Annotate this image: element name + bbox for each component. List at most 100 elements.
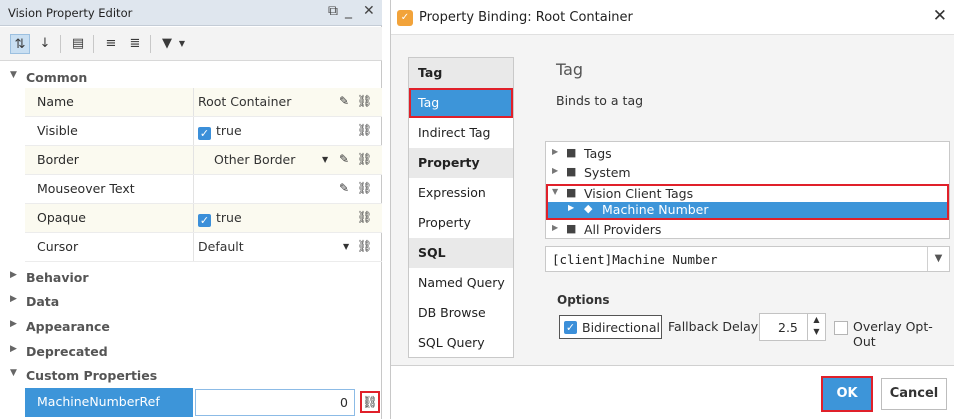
expand-all-icon[interactable]: ≡ xyxy=(101,34,121,54)
dropdown-arrow-icon[interactable]: ▼ xyxy=(343,242,349,251)
link-icon[interactable]: ⛓ xyxy=(357,94,372,108)
toolbar-divider xyxy=(93,35,94,53)
tree-node-label: All Providers xyxy=(584,222,662,237)
dialog-titlebar: ✓ Property Binding: Root Container ✕ xyxy=(391,0,954,34)
spinner-up-icon[interactable]: ▲ xyxy=(808,314,825,326)
overlay-opt-out-checkbox[interactable] xyxy=(834,321,848,335)
binding-type-expression[interactable]: Expression xyxy=(409,178,513,208)
tree-node-tags[interactable]: ▶ ■ Tags xyxy=(546,146,949,162)
edit-pencil-icon[interactable]: ✎ xyxy=(339,181,349,195)
spinner-buttons[interactable]: ▲ ▼ xyxy=(807,314,825,340)
link-icon[interactable]: ⛓ xyxy=(357,210,372,224)
property-row-border[interactable]: Border Other Border ▼ ✎ ⛓ xyxy=(25,146,382,175)
category-label: Common xyxy=(26,70,88,85)
collapsed-arrow-icon[interactable]: ▶ xyxy=(552,223,558,232)
sort-category-icon[interactable]: ⇅ xyxy=(10,34,30,54)
options-label: Options xyxy=(557,293,610,307)
tag-path-input[interactable]: [client]Machine Number ▼ xyxy=(545,246,950,272)
property-value-cell[interactable]: Default ▼ ⛓ xyxy=(193,233,382,261)
edit-pencil-icon[interactable]: ✎ xyxy=(339,152,349,166)
close-icon[interactable]: ✕ xyxy=(363,3,375,19)
property-editor-toolbar: ⇅ ↓ ▤ ≡ ≣ ▼ ▼ xyxy=(0,27,382,61)
dropdown-arrow-icon[interactable]: ▼ xyxy=(322,155,328,164)
binding-link-icon[interactable]: ⛓ xyxy=(360,391,380,413)
property-name: Cursor xyxy=(37,239,79,254)
tree-node-label: Tags xyxy=(584,146,612,161)
property-row-cursor[interactable]: Cursor Default ▼ ⛓ xyxy=(25,233,382,262)
property-editor-title: Vision Property Editor xyxy=(8,6,133,20)
binding-type-indirect-tag[interactable]: Indirect Tag xyxy=(409,118,513,148)
fallback-delay-value: 2.5 xyxy=(778,320,798,335)
collapsed-arrow-icon: ▶ xyxy=(10,270,17,280)
bidirectional-checkbox[interactable]: ✓ Bidirectional xyxy=(559,315,662,339)
property-value-cell[interactable]: ✓ true ⛓ xyxy=(193,117,382,145)
chevron-down-icon[interactable]: ▼ xyxy=(927,247,949,271)
folder-icon: ■ xyxy=(566,146,577,159)
custom-property-row[interactable]: MachineNumberRef 0 ⛓ xyxy=(25,388,382,417)
category-label: Behavior xyxy=(26,270,89,285)
category-common[interactable]: ▼ Common xyxy=(0,66,382,90)
property-value: Default xyxy=(198,239,244,254)
collapse-all-icon[interactable]: ≣ xyxy=(125,34,145,54)
collapsed-arrow-icon[interactable]: ▶ xyxy=(552,166,558,175)
binding-type-list: Tag Tag Indirect Tag Property Expression… xyxy=(408,57,514,358)
category-appearance[interactable]: ▶ Appearance xyxy=(0,315,382,339)
checkbox-checked-icon[interactable]: ✓ xyxy=(564,321,577,334)
tree-node-system[interactable]: ▶ ■ System xyxy=(546,165,949,181)
chevron-down-icon[interactable]: ▼ xyxy=(176,34,188,54)
custom-property-name: MachineNumberRef xyxy=(37,394,160,409)
minimize-icon[interactable]: _ xyxy=(345,3,352,19)
checkbox-checked-icon[interactable]: ✓ xyxy=(198,214,211,227)
spinner-down-icon[interactable]: ▼ xyxy=(808,326,825,338)
property-value: true xyxy=(216,210,242,225)
binding-type-property[interactable]: Property xyxy=(409,208,513,238)
tag-path-value: [client]Machine Number xyxy=(552,252,718,267)
list-icon[interactable]: ▤ xyxy=(68,34,88,54)
property-value-cell[interactable]: Root Container ✎ ⛓ xyxy=(193,88,382,116)
dialog-title: Property Binding: Root Container xyxy=(419,10,633,25)
property-value: Root Container xyxy=(198,94,292,109)
custom-property-value: 0 xyxy=(340,395,348,410)
tree-node-label: System xyxy=(584,165,631,180)
property-name: Visible xyxy=(37,123,78,138)
property-value-cell[interactable]: Other Border ▼ ✎ ⛓ xyxy=(193,146,382,174)
property-row-mouseover-text[interactable]: Mouseover Text ✎ ⛓ xyxy=(25,175,382,204)
property-binding-dialog: ✓ Property Binding: Root Container ✕ Tag… xyxy=(390,0,954,419)
custom-property-name-cell[interactable]: MachineNumberRef xyxy=(25,388,193,417)
link-icon[interactable]: ⛓ xyxy=(357,123,372,137)
link-icon[interactable]: ⛓ xyxy=(357,239,372,253)
category-deprecated[interactable]: ▶ Deprecated xyxy=(0,340,382,364)
custom-property-value-input[interactable]: 0 xyxy=(195,389,355,416)
binding-type-tag[interactable]: Tag xyxy=(409,88,513,118)
link-icon[interactable]: ⛓ xyxy=(357,181,372,195)
binding-type-db-browse[interactable]: DB Browse xyxy=(409,298,513,328)
property-value: true xyxy=(216,123,242,138)
category-data[interactable]: ▶ Data xyxy=(0,290,382,314)
binding-type-named-query[interactable]: Named Query xyxy=(409,268,513,298)
filter-icon[interactable]: ▼ xyxy=(157,34,177,54)
cancel-button[interactable]: Cancel xyxy=(881,378,947,410)
close-icon[interactable]: ✕ xyxy=(933,6,947,26)
property-value-cell[interactable]: ✎ ⛓ xyxy=(193,175,382,203)
category-behavior[interactable]: ▶ Behavior xyxy=(0,266,382,290)
checkbox-checked-icon[interactable]: ✓ xyxy=(198,127,211,140)
collapsed-arrow-icon[interactable]: ▶ xyxy=(552,147,558,156)
tree-node-all-providers[interactable]: ▶ ■ All Providers xyxy=(546,222,949,238)
property-value-cell[interactable]: ✓ true ⛓ xyxy=(193,204,382,232)
ignition-logo-icon: ✓ xyxy=(397,10,413,26)
fallback-delay-spinner[interactable]: 2.5 ▲ ▼ xyxy=(759,313,826,341)
edit-pencil-icon[interactable]: ✎ xyxy=(339,94,349,108)
link-icon[interactable]: ⛓ xyxy=(357,152,372,166)
ok-button[interactable]: OK xyxy=(821,376,873,412)
property-row-name[interactable]: Name Root Container ✎ ⛓ xyxy=(25,88,382,117)
property-row-opaque[interactable]: Opaque ✓ true ⛓ xyxy=(25,204,382,233)
binding-type-sql-query[interactable]: SQL Query xyxy=(409,328,513,358)
sort-alpha-icon[interactable]: ↓ xyxy=(35,34,55,54)
bidirectional-label: Bidirectional xyxy=(582,320,660,335)
collapsed-arrow-icon: ▶ xyxy=(10,319,17,329)
category-custom-properties[interactable]: ▼ Custom Properties xyxy=(0,364,382,388)
float-window-icon[interactable]: ⧉ xyxy=(328,3,338,19)
config-description: Binds to a tag xyxy=(556,93,644,108)
collapsed-arrow-icon: ▶ xyxy=(10,294,17,304)
property-row-visible[interactable]: Visible ✓ true ⛓ xyxy=(25,117,382,146)
